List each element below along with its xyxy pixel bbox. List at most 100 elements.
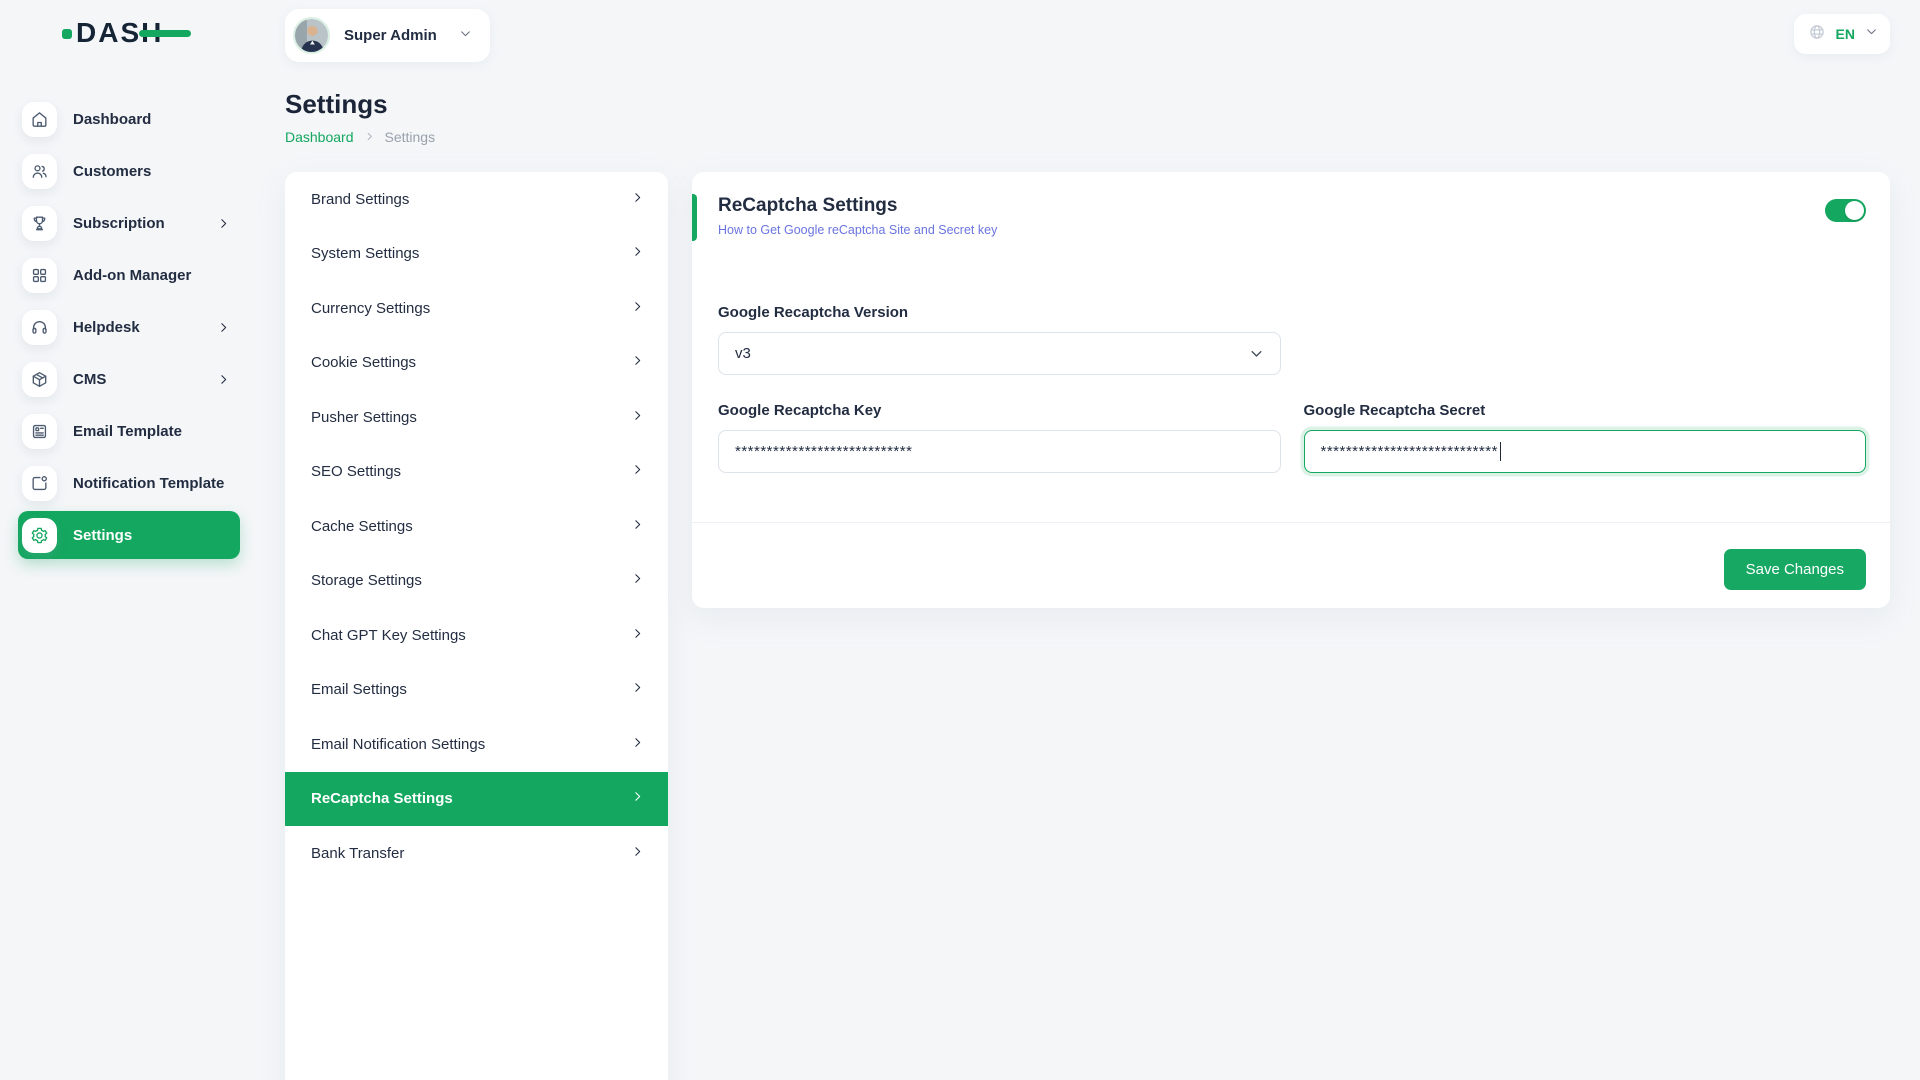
recaptcha-version-field: Google Recaptcha Version v3: [718, 304, 1281, 375]
topbar: Super Admin EN: [285, 0, 1890, 62]
recaptcha-version-label: Google Recaptcha Version: [718, 304, 1281, 321]
recaptcha-version-value: v3: [735, 345, 751, 362]
content-row: Brand Settings System Settings Currency …: [285, 172, 1890, 1080]
sidebar-item-addon-manager[interactable]: Add-on Manager: [18, 251, 240, 299]
menu-item-cookie-settings[interactable]: Cookie Settings: [285, 336, 668, 391]
headset-icon: [22, 310, 57, 345]
gear-icon: [22, 518, 57, 553]
sidebar-item-customers[interactable]: Customers: [18, 147, 240, 195]
chevron-down-icon: [459, 27, 472, 45]
sidebar-item-subscription[interactable]: Subscription: [18, 199, 240, 247]
menu-item-email-notification-settings[interactable]: Email Notification Settings: [285, 717, 668, 772]
sidebar-nav: Dashboard Customers Subscription: [0, 95, 258, 559]
profile-name: Super Admin: [344, 27, 437, 44]
menu-item-storage-settings[interactable]: Storage Settings: [285, 554, 668, 609]
breadcrumb: Dashboard Settings: [285, 129, 1890, 145]
sidebar-item-email-template[interactable]: Email Template: [18, 407, 240, 455]
panel-title: ReCaptcha Settings: [718, 195, 997, 217]
chevron-right-icon: [631, 409, 644, 426]
sidebar-item-label: Email Template: [73, 423, 182, 440]
recaptcha-key-field: Google Recaptcha Key *******************…: [718, 402, 1281, 473]
template-icon: [22, 414, 57, 449]
menu-item-bank-transfer[interactable]: Bank Transfer: [285, 826, 668, 881]
chevron-right-icon: [631, 736, 644, 753]
recaptcha-secret-field: Google Recaptcha Secret ****************…: [1304, 402, 1867, 473]
menu-item-chat-gpt-key-settings[interactable]: Chat GPT Key Settings: [285, 608, 668, 663]
sidebar-item-label: Dashboard: [73, 111, 151, 128]
sidebar-item-label: Helpdesk: [73, 319, 140, 336]
main-area: Super Admin EN Settings Dashboard: [258, 0, 1920, 1080]
toggle-knob: [1845, 201, 1864, 220]
recaptcha-version-select[interactable]: v3: [718, 332, 1281, 375]
language-code: EN: [1836, 26, 1855, 42]
form-spacer: [1304, 304, 1867, 375]
sidebar-item-dashboard[interactable]: Dashboard: [18, 95, 240, 143]
menu-item-pusher-settings[interactable]: Pusher Settings: [285, 390, 668, 445]
recaptcha-secret-input[interactable]: ****************************: [1304, 430, 1867, 473]
language-selector[interactable]: EN: [1794, 14, 1890, 54]
panel-accent-bar: [692, 194, 697, 241]
home-icon: [22, 102, 57, 137]
chevron-right-icon: [631, 245, 644, 262]
chevron-right-icon: [631, 845, 644, 862]
settings-menu-card: Brand Settings System Settings Currency …: [285, 172, 668, 1080]
sidebar-item-label: Notification Template: [73, 475, 224, 492]
sidebar-item-label: Subscription: [73, 215, 165, 232]
chevron-right-icon: [631, 572, 644, 589]
logo-text: DASH: [76, 19, 163, 47]
sidebar-item-helpdesk[interactable]: Helpdesk: [18, 303, 240, 351]
menu-item-email-settings[interactable]: Email Settings: [285, 663, 668, 718]
page-title: Settings: [285, 89, 1890, 120]
recaptcha-help-link[interactable]: How to Get Google reCaptcha Site and Sec…: [718, 223, 997, 237]
sidebar-item-label: Customers: [73, 163, 151, 180]
recaptcha-enabled-toggle[interactable]: [1825, 199, 1866, 222]
menu-item-system-settings[interactable]: System Settings: [285, 227, 668, 282]
sidebar: DASH Dashboard Customers Subscription: [0, 0, 258, 1080]
notification-icon: [22, 466, 57, 501]
chevron-right-icon: [631, 790, 644, 807]
chevron-down-icon: [1865, 25, 1878, 43]
sidebar-item-label: CMS: [73, 371, 106, 388]
chevron-right-icon: [354, 129, 385, 145]
text-caret: [1500, 442, 1502, 461]
menu-item-cache-settings[interactable]: Cache Settings: [285, 499, 668, 554]
panel-footer: Save Changes: [692, 522, 1890, 590]
chevron-right-icon: [631, 354, 644, 371]
save-changes-button[interactable]: Save Changes: [1724, 549, 1866, 590]
breadcrumb-current: Settings: [385, 129, 436, 145]
app-root: DASH Dashboard Customers Subscription: [0, 0, 1920, 1080]
users-icon: [22, 154, 57, 189]
menu-item-recaptcha-settings[interactable]: ReCaptcha Settings: [285, 772, 668, 827]
logo-dot-icon: [62, 29, 72, 39]
chevron-right-icon: [631, 681, 644, 698]
chevron-right-icon: [631, 627, 644, 644]
chevron-right-icon: [631, 191, 644, 208]
recaptcha-key-label: Google Recaptcha Key: [718, 402, 1281, 419]
chevron-right-icon: [631, 518, 644, 535]
package-icon: [22, 362, 57, 397]
menu-item-currency-settings[interactable]: Currency Settings: [285, 281, 668, 336]
sidebar-item-label: Add-on Manager: [73, 267, 191, 284]
sidebar-item-notification-template[interactable]: Notification Template: [18, 459, 240, 507]
sidebar-item-cms[interactable]: CMS: [18, 355, 240, 403]
chevron-right-icon: [631, 463, 644, 480]
panel-header: ReCaptcha Settings How to Get Google reC…: [692, 195, 1890, 239]
trophy-icon: [22, 206, 57, 241]
page-head: Settings Dashboard Settings: [285, 89, 1890, 145]
globe-icon: [1808, 23, 1826, 46]
profile-menu[interactable]: Super Admin: [285, 9, 490, 62]
brand-logo[interactable]: DASH: [62, 17, 258, 49]
recaptcha-key-input[interactable]: ****************************: [718, 430, 1281, 473]
menu-item-brand-settings[interactable]: Brand Settings: [285, 172, 668, 227]
chevron-right-icon: [217, 321, 230, 334]
menu-item-seo-settings[interactable]: SEO Settings: [285, 445, 668, 500]
sidebar-item-label: Settings: [73, 527, 132, 544]
recaptcha-settings-panel: ReCaptcha Settings How to Get Google reC…: [692, 172, 1890, 608]
grid-icon: [22, 258, 57, 293]
recaptcha-secret-label: Google Recaptcha Secret: [1304, 402, 1867, 419]
sidebar-item-settings[interactable]: Settings: [18, 511, 240, 559]
breadcrumb-dashboard-link[interactable]: Dashboard: [285, 129, 354, 145]
avatar: [293, 17, 330, 54]
recaptcha-form: Google Recaptcha Version v3 Google Recap…: [692, 304, 1890, 473]
chevron-right-icon: [217, 217, 230, 230]
